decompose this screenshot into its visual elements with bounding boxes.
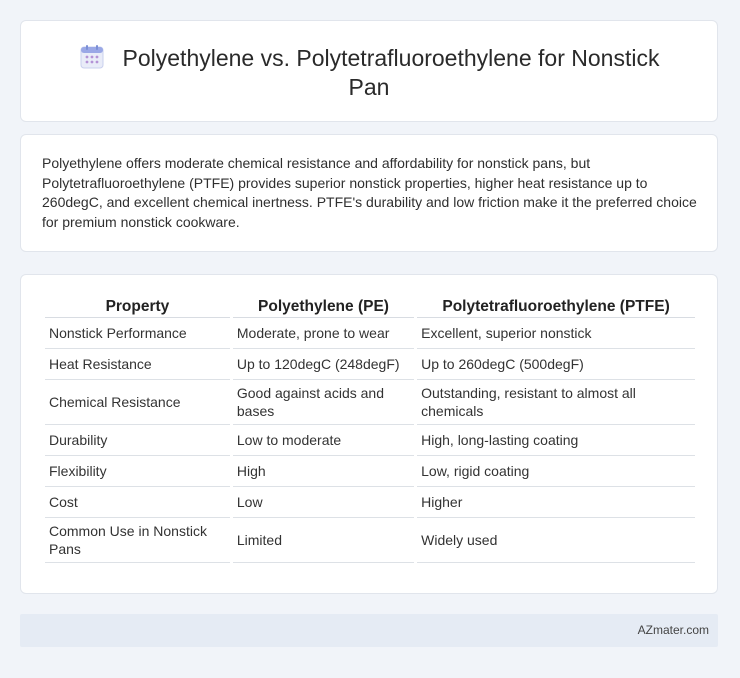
cell-ptfe: Higher bbox=[417, 487, 695, 518]
cell-ptfe: High, long-lasting coating bbox=[417, 425, 695, 456]
cell-pe: Good against acids and bases bbox=[232, 380, 415, 425]
calendar-icon bbox=[80, 45, 104, 69]
table-row: Chemical Resistance Good against acids a… bbox=[45, 380, 695, 425]
cell-pe: Low to moderate bbox=[232, 425, 415, 456]
cell-pe: Low bbox=[232, 487, 415, 518]
header-ptfe: Polytetrafluoroethylene (PTFE) bbox=[417, 297, 695, 318]
cell-pe: Moderate, prone to wear bbox=[232, 318, 415, 349]
header-property: Property bbox=[45, 297, 230, 318]
cell-property: Common Use in Nonstick Pans bbox=[45, 518, 230, 563]
cell-property: Flexibility bbox=[45, 456, 230, 487]
table-row: Durability Low to moderate High, long-la… bbox=[45, 425, 695, 456]
table-row: Cost Low Higher bbox=[45, 487, 695, 518]
table-row: Heat Resistance Up to 120degC (248degF) … bbox=[45, 349, 695, 380]
comparison-table: Property Polyethylene (PE) Polytetrafluo… bbox=[42, 297, 698, 563]
cell-property: Cost bbox=[45, 487, 230, 518]
comparison-card: Property Polyethylene (PE) Polytetrafluo… bbox=[20, 274, 718, 594]
cell-property: Nonstick Performance bbox=[45, 318, 230, 349]
footer-brand: AZmater.com bbox=[637, 623, 709, 637]
cell-pe: Limited bbox=[232, 518, 415, 563]
cell-ptfe: Low, rigid coating bbox=[417, 456, 695, 487]
cell-property: Durability bbox=[45, 425, 230, 456]
table-row: Flexibility High Low, rigid coating bbox=[45, 456, 695, 487]
cell-pe: Up to 120degC (248degF) bbox=[232, 349, 415, 380]
cell-property: Chemical Resistance bbox=[45, 380, 230, 425]
summary-text: Polyethylene offers moderate chemical re… bbox=[42, 155, 697, 230]
summary-card: Polyethylene offers moderate chemical re… bbox=[20, 134, 718, 252]
cell-ptfe: Excellent, superior nonstick bbox=[417, 318, 695, 349]
table-row: Common Use in Nonstick Pans Limited Wide… bbox=[45, 518, 695, 563]
page-title: Polyethylene vs. Polytetrafluoroethylene… bbox=[61, 44, 677, 102]
table-header-row: Property Polyethylene (PE) Polytetrafluo… bbox=[45, 297, 695, 318]
cell-pe: High bbox=[232, 456, 415, 487]
cell-ptfe: Widely used bbox=[417, 518, 695, 563]
footer-bar: AZmater.com bbox=[20, 614, 718, 647]
cell-ptfe: Up to 260degC (500degF) bbox=[417, 349, 695, 380]
table-row: Nonstick Performance Moderate, prone to … bbox=[45, 318, 695, 349]
page-title-text: Polyethylene vs. Polytetrafluoroethylene… bbox=[122, 45, 660, 100]
cell-ptfe: Outstanding, resistant to almost all che… bbox=[417, 380, 695, 425]
header-polyethylene: Polyethylene (PE) bbox=[232, 297, 415, 318]
title-card: Polyethylene vs. Polytetrafluoroethylene… bbox=[20, 20, 718, 122]
cell-property: Heat Resistance bbox=[45, 349, 230, 380]
